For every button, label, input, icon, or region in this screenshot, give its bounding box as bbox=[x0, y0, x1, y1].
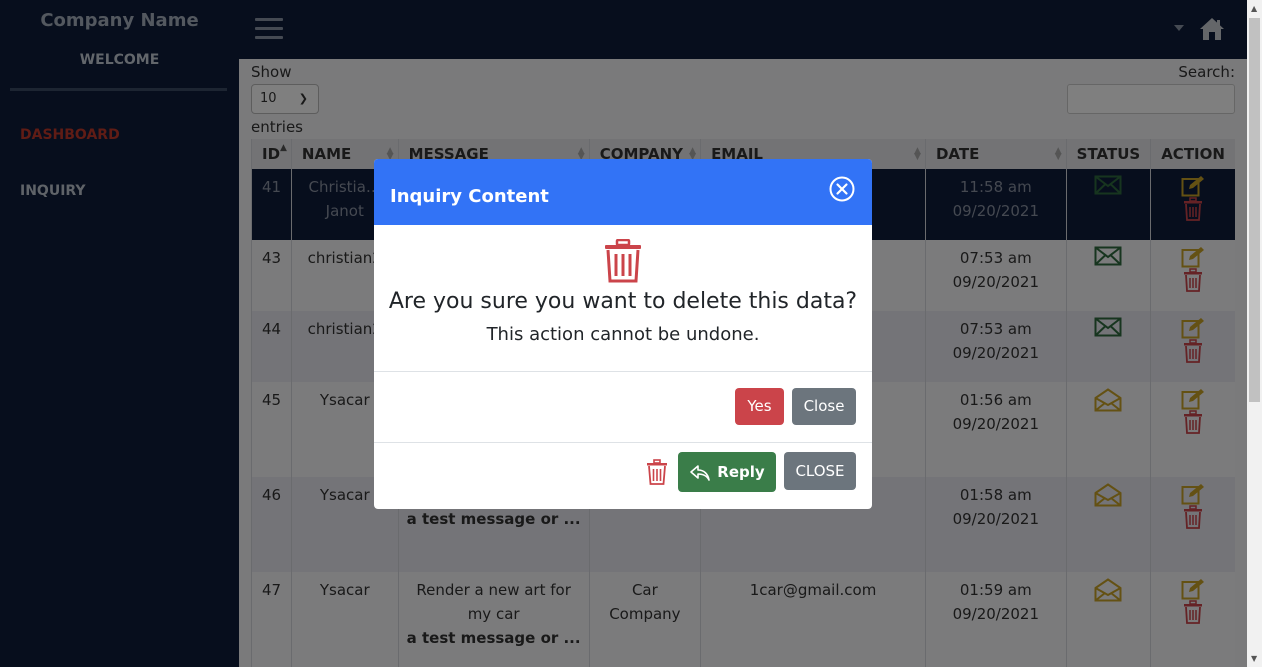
scroll-down-arrow-icon[interactable]: ▼ bbox=[1251, 654, 1257, 663]
close-modal-button[interactable]: CLOSE bbox=[784, 452, 856, 490]
delete-trash-icon[interactable] bbox=[646, 459, 668, 489]
trash-icon bbox=[603, 238, 643, 287]
close-circle-icon[interactable] bbox=[829, 176, 855, 206]
scrollbar-thumb[interactable] bbox=[1249, 18, 1260, 402]
reply-label: Reply bbox=[717, 463, 765, 481]
reply-button[interactable]: Reply bbox=[678, 452, 776, 492]
yes-button[interactable]: Yes bbox=[735, 388, 784, 425]
modal-header: Inquiry Content bbox=[374, 159, 872, 225]
scroll-up-arrow-icon[interactable]: ▲ bbox=[1251, 4, 1257, 13]
modal-title: Inquiry Content bbox=[390, 186, 549, 207]
modal-divider bbox=[374, 371, 872, 372]
close-button[interactable]: Close bbox=[792, 388, 856, 425]
reply-arrow-icon bbox=[690, 464, 711, 481]
confirm-subtitle: This action cannot be undone. bbox=[486, 324, 760, 345]
page-scrollbar[interactable]: ▲ ▼ bbox=[1247, 0, 1262, 667]
inquiry-content-modal: Inquiry Content Are you sure you want to… bbox=[374, 159, 872, 509]
delete-confirm-body: Are you sure you want to delete this dat… bbox=[374, 225, 872, 371]
confirm-title: Are you sure you want to delete this dat… bbox=[388, 289, 858, 314]
modal-divider bbox=[374, 442, 872, 443]
